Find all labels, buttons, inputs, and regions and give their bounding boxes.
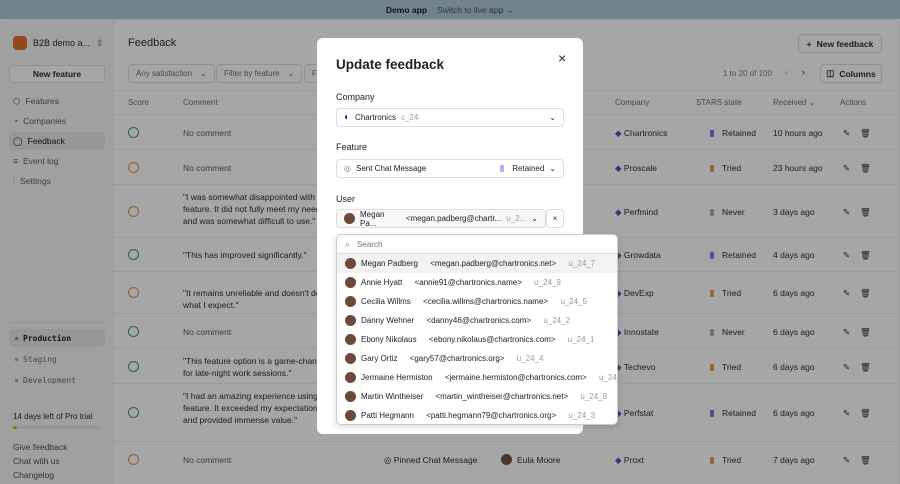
user-option-id: u_24_2 [543,316,571,325]
feature-icon: ◎ [344,164,351,173]
user-option-id: u_24_6 [599,373,626,382]
chartronics-logo-icon: ◐ [344,112,351,123]
user-search[interactable]: ⌕ [337,235,617,254]
close-icon[interactable]: × [558,50,566,66]
user-option-email: <megan.padberg@chartronics.net> [430,259,557,268]
user-avatar [345,410,356,421]
user-search-input[interactable] [357,239,598,249]
user-option-email: <danny46@chartronics.com> [426,316,532,325]
user-option-id: u_24_4 [516,354,544,363]
clear-user-button[interactable]: × [546,209,564,228]
user-dropdown: ⌕ Megan Padberg <megan.padberg@chartroni… [336,234,626,425]
user-option-email: <ebony.nikolaus@chartronics.com> [428,335,556,344]
company-value: Chartronics [355,113,396,122]
user-option-name: Cecilia Willms [361,297,411,306]
user-option-email: <annie91@chartronics.name> [414,278,522,287]
user-option[interactable]: Jermaine Hermiston <jermaine.hermiston@c… [337,368,626,387]
user-option-name: Jermaine Hermiston [361,373,433,382]
user-option-id: u_24_1 [567,335,595,344]
user-option[interactable]: Martin Wintheiser <martin_wintheiser@cha… [337,387,617,406]
chevron-down-icon: ⌄ [549,113,556,122]
user-option[interactable]: Danny Wehner <danny46@chartronics.com> u… [337,311,617,330]
user-option-email: <patti.hegmann79@chartronics.org> [426,411,557,420]
user-avatar [345,372,356,383]
company-id: c_24 [400,113,419,122]
user-name: Megan Pa... [360,209,385,228]
chevron-down-icon: ⌄ [531,214,538,223]
user-avatar [345,353,356,364]
user-option-name: Patti Hegmann [361,411,414,420]
feature-select[interactable]: ◎ Sent Chat Message Retained ⌄ [336,159,564,178]
user-option-id: u_24_7 [568,259,596,268]
user-option[interactable]: Cecilia Willms <cecilia.willms@chartroni… [337,292,617,311]
user-option[interactable]: Annie Hyatt <annie91@chartronics.name> u… [337,273,617,292]
company-select[interactable]: ◐ Chartronics c_24 ⌄ [336,108,564,127]
user-option-name: Martin Wintheiser [361,392,424,401]
feature-label: Feature [336,142,368,152]
modal-title: Update feedback [336,57,445,72]
user-avatar [345,296,356,307]
user-option-email: <cecilia.willms@chartronics.name> [423,297,549,306]
user-option-email: <martin_wintheiser@chartronics.net> [435,392,569,401]
user-option-id: u_24_3 [568,411,596,420]
feature-state: Retained [512,164,545,173]
user-avatar [345,391,356,402]
user-option-email: <jermaine.hermiston@chartronics.com> [444,373,587,382]
user-email: <megan.padberg@chartr... [405,214,502,223]
user-avatar [345,258,356,269]
user-option-id: u_24_5 [560,297,588,306]
user-avatar [345,315,356,326]
company-label: Company [336,92,375,102]
user-option[interactable]: Megan Padberg <megan.padberg@chartronics… [337,254,617,273]
user-option[interactable]: Patti Hegmann <patti.hegmann79@chartroni… [337,406,617,425]
user-option-email: <gary57@chartronics.org> [409,354,505,363]
user-id: u_2... [506,214,527,223]
user-avatar [344,213,355,224]
chevron-down-icon: ⌄ [549,164,556,173]
user-option-name: Gary Ortiz [361,354,398,363]
user-option-name: Danny Wehner [361,316,415,325]
user-option[interactable]: Ebony Nikolaus <ebony.nikolaus@chartroni… [337,330,617,349]
feature-value: Sent Chat Message [355,164,427,173]
search-icon: ⌕ [345,238,351,249]
user-avatar [345,334,356,345]
user-option-name: Ebony Nikolaus [361,335,417,344]
user-option-id: u_24_9 [534,278,561,287]
user-select[interactable]: Megan Pa... <megan.padberg@chartr... u_2… [336,209,546,228]
user-label: User [336,194,356,204]
user-avatar [345,277,356,288]
user-option[interactable]: Gary Ortiz <gary57@chartronics.org> u_24… [337,349,617,368]
user-option-id: u_24_8 [580,392,608,401]
user-option-name: Megan Padberg [361,259,418,268]
user-option-name: Annie Hyatt [361,278,403,287]
